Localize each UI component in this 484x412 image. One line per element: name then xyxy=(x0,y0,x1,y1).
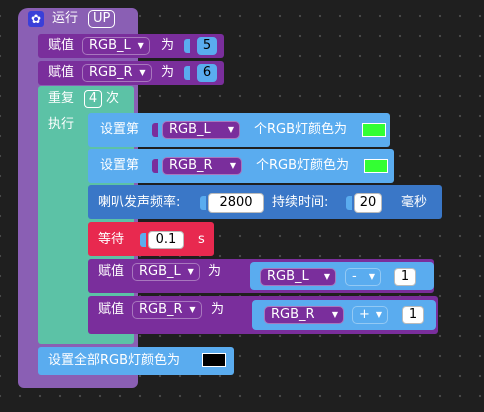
duration-socket xyxy=(346,196,352,210)
value-field[interactable]: 6 xyxy=(197,64,217,82)
run-mode-dropdown[interactable]: UP xyxy=(88,10,116,28)
color-picker[interactable] xyxy=(364,159,388,173)
variable-dropdown[interactable]: RGB_L ▼ xyxy=(132,263,200,281)
variable-dropdown[interactable]: RGB_R ▼ xyxy=(264,306,344,324)
assign-label: 赋值 xyxy=(48,38,75,53)
color-picker[interactable] xyxy=(202,353,226,367)
chevron-down-icon: ▼ xyxy=(323,272,330,281)
assign-to-label: 为 xyxy=(161,65,175,80)
chevron-down-icon: ▼ xyxy=(139,68,146,77)
led-color-label: 个RGB灯颜色为 xyxy=(254,122,348,137)
operand-field[interactable]: 1 xyxy=(394,268,416,286)
buzzer-freq-label: 喇叭发声频率: xyxy=(98,195,181,210)
operator-dropdown[interactable]: - ▼ xyxy=(345,268,381,286)
variable-value: RGB_R xyxy=(271,307,315,322)
variable-value: RGB_L xyxy=(267,269,309,284)
variable-dropdown[interactable]: RGB_L ▼ xyxy=(82,37,150,55)
assign-label: 赋值 xyxy=(98,302,125,317)
assign-label: 赋值 xyxy=(98,264,125,279)
wait-unit-label: s xyxy=(198,232,205,247)
buzzer-unit-label: 毫秒 xyxy=(401,195,428,210)
led-color-label: 个RGB灯颜色为 xyxy=(256,158,350,173)
index-socket xyxy=(152,123,158,137)
freq-socket xyxy=(200,196,206,210)
variable-dropdown[interactable]: RGB_L ▼ xyxy=(260,268,336,286)
chevron-down-icon: ▼ xyxy=(189,305,196,314)
run-mode-value: UP xyxy=(93,11,111,26)
gear-icon: ✿ xyxy=(28,11,44,27)
wait-label: 等待 xyxy=(98,232,125,247)
set-all-led-label: 设置全部RGB灯颜色为 xyxy=(48,353,181,368)
chevron-down-icon: ▼ xyxy=(331,310,338,319)
execute-label: 执行 xyxy=(48,117,75,132)
chevron-down-icon: ▼ xyxy=(227,125,234,134)
assign-label: 赋值 xyxy=(48,65,75,80)
variable-value: RGB_L xyxy=(139,264,181,279)
wait-value-field[interactable]: 0.1 xyxy=(148,231,184,249)
variable-value: RGB_R xyxy=(139,302,183,317)
repeat-label: 重复 xyxy=(48,91,75,106)
variable-value: RGB_L xyxy=(89,38,131,53)
variable-value: RGB_R xyxy=(89,65,133,80)
index-socket xyxy=(152,159,158,173)
operator-value: - xyxy=(352,269,357,284)
operand-field[interactable]: 1 xyxy=(402,306,424,324)
color-picker[interactable] xyxy=(362,123,386,137)
duration-field[interactable]: 20 xyxy=(354,193,382,213)
variable-value: RGB_L xyxy=(169,122,211,137)
wait-socket xyxy=(140,233,146,247)
set-led-label: 设置第 xyxy=(100,122,140,137)
assign-to-label: 为 xyxy=(208,264,222,279)
chevron-down-icon: ▼ xyxy=(137,41,144,50)
chevron-down-icon: ▼ xyxy=(375,310,382,319)
variable-dropdown[interactable]: RGB_R ▼ xyxy=(82,64,152,82)
set-led-label: 设置第 xyxy=(100,158,140,173)
operator-dropdown[interactable]: + ▼ xyxy=(352,306,388,324)
chevron-down-icon: ▼ xyxy=(229,161,236,170)
variable-value: RGB_R xyxy=(169,158,213,173)
chevron-down-icon: ▼ xyxy=(368,272,375,281)
buzzer-duration-label: 持续时间: xyxy=(272,195,329,210)
led-index-dropdown[interactable]: RGB_R ▼ xyxy=(162,157,242,175)
operator-value: + xyxy=(359,307,370,322)
led-index-dropdown[interactable]: RGB_L ▼ xyxy=(162,121,240,139)
repeat-suffix: 次 xyxy=(106,91,120,106)
value-field[interactable]: 5 xyxy=(197,37,217,55)
variable-dropdown[interactable]: RGB_R ▼ xyxy=(132,301,202,319)
repeat-count-field[interactable]: 4 xyxy=(84,90,102,108)
value-socket xyxy=(184,66,190,80)
assign-to-label: 为 xyxy=(161,38,175,53)
frequency-field[interactable]: 2800 xyxy=(208,193,264,213)
run-label: 运行 xyxy=(52,11,79,26)
chevron-down-icon: ▼ xyxy=(187,267,194,276)
value-socket xyxy=(184,39,190,53)
assign-to-label: 为 xyxy=(211,302,225,317)
